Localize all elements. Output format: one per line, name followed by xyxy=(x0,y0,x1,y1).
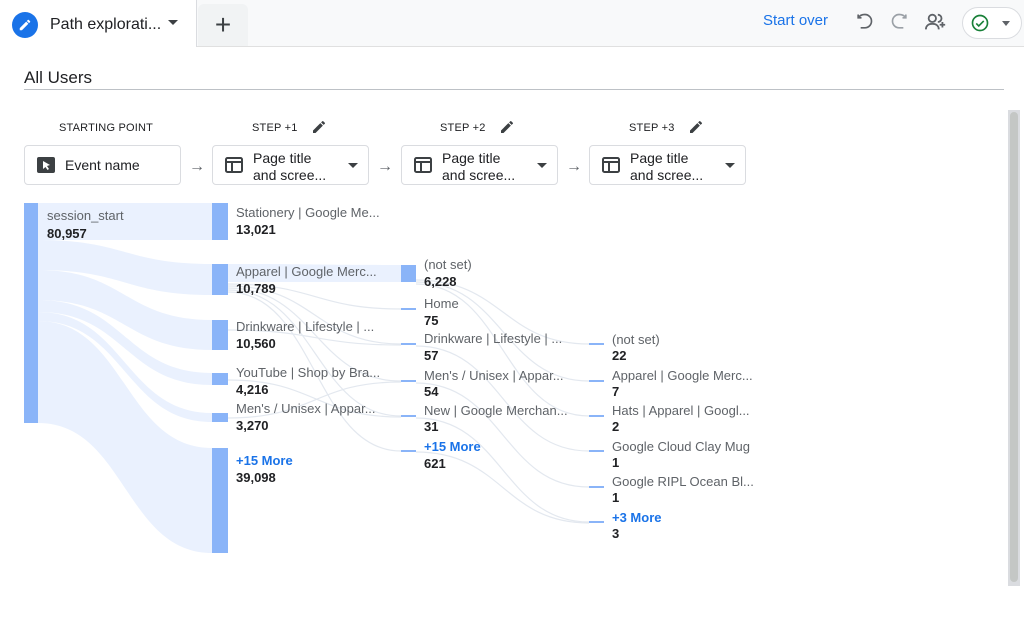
node-label[interactable]: Drinkware | Lifestyle | ... xyxy=(424,331,562,346)
flow-node xyxy=(401,265,416,282)
node-value: 22 xyxy=(612,348,627,363)
node-value: 7 xyxy=(612,384,620,399)
node-value: 75 xyxy=(424,313,439,328)
more-link[interactable]: +15 More xyxy=(236,453,293,468)
more-link[interactable]: +15 More xyxy=(424,439,481,454)
flow-node xyxy=(589,450,604,452)
node-value: 3,270 xyxy=(236,418,269,433)
node-value: 10,560 xyxy=(236,336,276,351)
flow-node xyxy=(401,343,416,345)
node-value: 6,228 xyxy=(424,274,457,289)
flow-node xyxy=(589,486,604,488)
flow-node xyxy=(401,308,416,310)
node-label[interactable]: Google Cloud Clay Mug xyxy=(612,439,750,454)
node-label[interactable]: Home xyxy=(424,296,459,311)
node-value: 31 xyxy=(424,419,439,434)
node-value: 2 xyxy=(612,419,620,434)
node-value: 80,957 xyxy=(47,226,87,241)
flow-node xyxy=(212,320,228,350)
flow-node xyxy=(212,203,228,240)
node-label[interactable]: (not set) xyxy=(612,332,660,347)
node-value: 621 xyxy=(424,456,446,471)
flow-link xyxy=(38,321,212,553)
flow-node xyxy=(589,380,604,382)
path-flow-chart xyxy=(24,203,604,553)
flow-node xyxy=(401,380,416,382)
node-label[interactable]: session_start xyxy=(47,208,124,223)
node-label[interactable]: YouTube | Shop by Bra... xyxy=(236,365,380,380)
node-value: 54 xyxy=(424,384,439,399)
node-value: 57 xyxy=(424,348,439,363)
node-value: 39,098 xyxy=(236,470,276,485)
node-value: 1 xyxy=(612,455,620,470)
node-label[interactable]: New | Google Merchan... xyxy=(424,403,568,418)
node-label[interactable]: Apparel | Google Merc... xyxy=(236,264,377,279)
flow-node xyxy=(24,203,38,423)
node-value: 10,789 xyxy=(236,281,276,296)
more-link[interactable]: +3 More xyxy=(612,510,662,525)
flow-node xyxy=(401,450,416,452)
node-label[interactable]: Hats | Apparel | Googl... xyxy=(612,403,750,418)
flow-node xyxy=(212,264,228,295)
node-label[interactable]: Drinkware | Lifestyle | ... xyxy=(236,319,374,334)
flow-node xyxy=(212,448,228,553)
node-label[interactable]: (not set) xyxy=(424,257,472,272)
node-label[interactable]: Men's / Unisex | Appar... xyxy=(424,368,564,383)
node-label[interactable]: Stationery | Google Me... xyxy=(236,205,380,220)
flow-node xyxy=(212,373,228,385)
flow-node xyxy=(401,415,416,417)
node-label[interactable]: Apparel | Google Merc... xyxy=(612,368,753,383)
node-value: 3 xyxy=(612,526,620,541)
flow-node xyxy=(589,521,604,523)
node-value: 4,216 xyxy=(236,382,269,397)
node-label[interactable]: Men's / Unisex | Appar... xyxy=(236,401,376,416)
flow-node xyxy=(589,343,604,345)
node-value: 13,021 xyxy=(236,222,276,237)
vertical-scrollbar-thumb[interactable] xyxy=(1010,112,1018,582)
flow-node xyxy=(589,415,604,417)
node-value: 1 xyxy=(612,490,620,505)
flow-link xyxy=(227,289,402,417)
flow-node xyxy=(212,413,228,422)
node-label[interactable]: Google RIPL Ocean Bl... xyxy=(612,474,754,489)
